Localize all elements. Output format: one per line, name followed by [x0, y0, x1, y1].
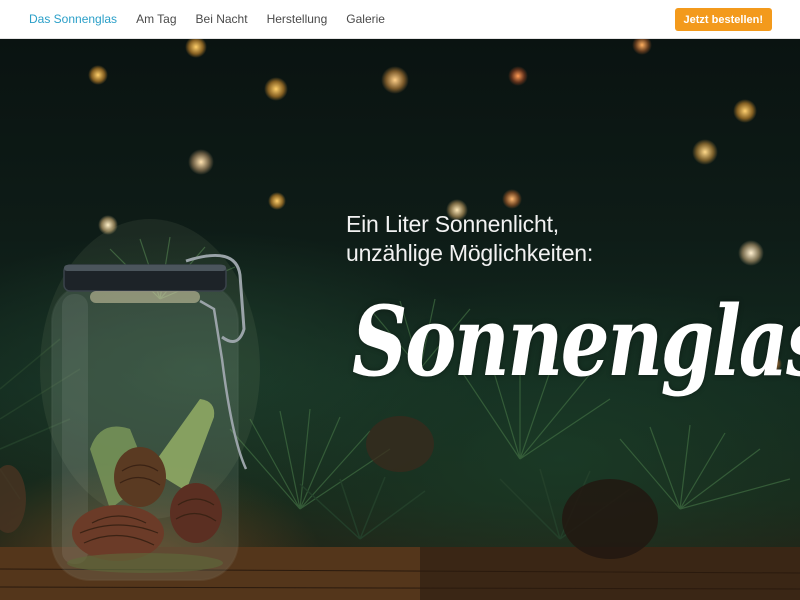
- sonnenglas-logo-wordmark: Sonnenglas: [352, 285, 800, 398]
- nav-item-das-sonnenglas[interactable]: Das Sonnenglas: [29, 12, 117, 26]
- nav-item-bei-nacht[interactable]: Bei Nacht: [196, 12, 248, 26]
- order-now-button[interactable]: Jetzt bestellen!: [674, 8, 772, 31]
- tagline-line-1: Ein Liter Sonnenlicht,: [346, 211, 559, 237]
- nav-item-galerie[interactable]: Galerie: [346, 12, 385, 26]
- nav-item-am-tag[interactable]: Am Tag: [136, 12, 176, 26]
- hero-tagline: Ein Liter Sonnenlicht, unzählige Möglich…: [346, 210, 593, 268]
- top-navigation-bar: Das Sonnenglas Am Tag Bei Nacht Herstell…: [0, 0, 800, 39]
- nav-item-herstellung[interactable]: Herstellung: [267, 12, 328, 26]
- hero-section: Ein Liter Sonnenlicht, unzählige Möglich…: [0, 39, 800, 600]
- tagline-line-2: unzählige Möglichkeiten:: [346, 240, 594, 266]
- main-nav: Das Sonnenglas Am Tag Bei Nacht Herstell…: [29, 12, 404, 26]
